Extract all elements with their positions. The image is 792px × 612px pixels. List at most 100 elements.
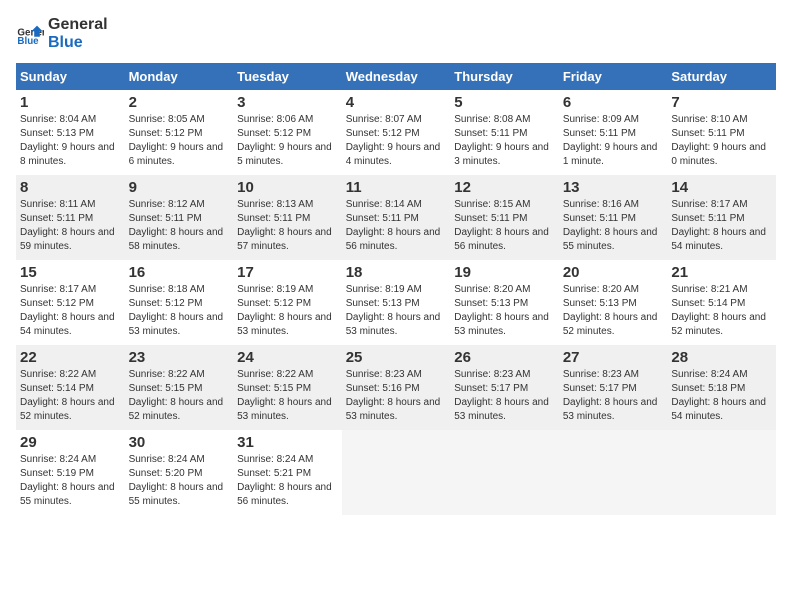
logo-icon: General Blue (16, 20, 44, 48)
header-thursday: Thursday (450, 63, 559, 90)
day-info: Sunrise: 8:09 AM Sunset: 5:11 PM Dayligh… (563, 113, 664, 169)
day-number: 24 (237, 349, 338, 366)
day-info: Sunrise: 8:06 AM Sunset: 5:12 PM Dayligh… (237, 113, 338, 169)
day-info: Sunrise: 8:04 AM Sunset: 5:13 PM Dayligh… (20, 113, 121, 169)
svg-text:Blue: Blue (17, 35, 39, 46)
day-info: Sunrise: 8:20 AM Sunset: 5:13 PM Dayligh… (563, 283, 664, 339)
day-number: 13 (563, 179, 664, 196)
day-info: Sunrise: 8:22 AM Sunset: 5:15 PM Dayligh… (129, 368, 230, 424)
day-number: 1 (20, 94, 121, 111)
calendar-cell: 31 Sunrise: 8:24 AM Sunset: 5:21 PM Dayl… (233, 430, 342, 515)
calendar-header-row: SundayMondayTuesdayWednesdayThursdayFrid… (16, 63, 776, 90)
day-number: 21 (671, 264, 772, 281)
day-number: 20 (563, 264, 664, 281)
calendar-cell: 23 Sunrise: 8:22 AM Sunset: 5:15 PM Dayl… (125, 345, 234, 430)
calendar-cell: 15 Sunrise: 8:17 AM Sunset: 5:12 PM Dayl… (16, 260, 125, 345)
day-number: 17 (237, 264, 338, 281)
day-number: 10 (237, 179, 338, 196)
logo-general: General (48, 16, 108, 34)
calendar-cell: 5 Sunrise: 8:08 AM Sunset: 5:11 PM Dayli… (450, 90, 559, 175)
day-number: 7 (671, 94, 772, 111)
day-number: 2 (129, 94, 230, 111)
calendar-cell: 25 Sunrise: 8:23 AM Sunset: 5:16 PM Dayl… (342, 345, 451, 430)
calendar-week-3: 22 Sunrise: 8:22 AM Sunset: 5:14 PM Dayl… (16, 345, 776, 430)
calendar-cell: 4 Sunrise: 8:07 AM Sunset: 5:12 PM Dayli… (342, 90, 451, 175)
day-info: Sunrise: 8:13 AM Sunset: 5:11 PM Dayligh… (237, 198, 338, 254)
calendar-cell: 3 Sunrise: 8:06 AM Sunset: 5:12 PM Dayli… (233, 90, 342, 175)
calendar-cell: 14 Sunrise: 8:17 AM Sunset: 5:11 PM Dayl… (667, 175, 776, 260)
calendar-cell: 13 Sunrise: 8:16 AM Sunset: 5:11 PM Dayl… (559, 175, 668, 260)
header-saturday: Saturday (667, 63, 776, 90)
day-info: Sunrise: 8:16 AM Sunset: 5:11 PM Dayligh… (563, 198, 664, 254)
calendar-week-4: 29 Sunrise: 8:24 AM Sunset: 5:19 PM Dayl… (16, 430, 776, 515)
day-info: Sunrise: 8:07 AM Sunset: 5:12 PM Dayligh… (346, 113, 447, 169)
day-info: Sunrise: 8:15 AM Sunset: 5:11 PM Dayligh… (454, 198, 555, 254)
day-info: Sunrise: 8:17 AM Sunset: 5:11 PM Dayligh… (671, 198, 772, 254)
day-info: Sunrise: 8:24 AM Sunset: 5:18 PM Dayligh… (671, 368, 772, 424)
day-info: Sunrise: 8:14 AM Sunset: 5:11 PM Dayligh… (346, 198, 447, 254)
day-number: 18 (346, 264, 447, 281)
day-number: 6 (563, 94, 664, 111)
header-friday: Friday (559, 63, 668, 90)
header: General Blue General Blue (16, 16, 776, 51)
day-number: 30 (129, 434, 230, 451)
calendar-cell: 28 Sunrise: 8:24 AM Sunset: 5:18 PM Dayl… (667, 345, 776, 430)
day-info: Sunrise: 8:23 AM Sunset: 5:17 PM Dayligh… (454, 368, 555, 424)
calendar-cell: 12 Sunrise: 8:15 AM Sunset: 5:11 PM Dayl… (450, 175, 559, 260)
day-info: Sunrise: 8:20 AM Sunset: 5:13 PM Dayligh… (454, 283, 555, 339)
calendar-cell: 6 Sunrise: 8:09 AM Sunset: 5:11 PM Dayli… (559, 90, 668, 175)
calendar-cell (667, 430, 776, 515)
header-monday: Monday (125, 63, 234, 90)
day-info: Sunrise: 8:19 AM Sunset: 5:12 PM Dayligh… (237, 283, 338, 339)
day-info: Sunrise: 8:23 AM Sunset: 5:16 PM Dayligh… (346, 368, 447, 424)
calendar-table: SundayMondayTuesdayWednesdayThursdayFrid… (16, 63, 776, 515)
calendar-cell: 11 Sunrise: 8:14 AM Sunset: 5:11 PM Dayl… (342, 175, 451, 260)
day-number: 16 (129, 264, 230, 281)
calendar-cell: 9 Sunrise: 8:12 AM Sunset: 5:11 PM Dayli… (125, 175, 234, 260)
calendar-cell: 30 Sunrise: 8:24 AM Sunset: 5:20 PM Dayl… (125, 430, 234, 515)
calendar-cell: 2 Sunrise: 8:05 AM Sunset: 5:12 PM Dayli… (125, 90, 234, 175)
calendar-cell: 24 Sunrise: 8:22 AM Sunset: 5:15 PM Dayl… (233, 345, 342, 430)
calendar-cell: 17 Sunrise: 8:19 AM Sunset: 5:12 PM Dayl… (233, 260, 342, 345)
day-info: Sunrise: 8:19 AM Sunset: 5:13 PM Dayligh… (346, 283, 447, 339)
day-number: 23 (129, 349, 230, 366)
day-number: 15 (20, 264, 121, 281)
calendar-week-0: 1 Sunrise: 8:04 AM Sunset: 5:13 PM Dayli… (16, 90, 776, 175)
day-info: Sunrise: 8:10 AM Sunset: 5:11 PM Dayligh… (671, 113, 772, 169)
day-info: Sunrise: 8:22 AM Sunset: 5:14 PM Dayligh… (20, 368, 121, 424)
day-info: Sunrise: 8:11 AM Sunset: 5:11 PM Dayligh… (20, 198, 121, 254)
day-info: Sunrise: 8:18 AM Sunset: 5:12 PM Dayligh… (129, 283, 230, 339)
day-number: 28 (671, 349, 772, 366)
calendar-cell: 21 Sunrise: 8:21 AM Sunset: 5:14 PM Dayl… (667, 260, 776, 345)
header-wednesday: Wednesday (342, 63, 451, 90)
day-number: 27 (563, 349, 664, 366)
calendar-cell (450, 430, 559, 515)
day-number: 14 (671, 179, 772, 196)
day-number: 4 (346, 94, 447, 111)
header-sunday: Sunday (16, 63, 125, 90)
day-number: 8 (20, 179, 121, 196)
day-number: 3 (237, 94, 338, 111)
day-number: 25 (346, 349, 447, 366)
calendar-cell: 19 Sunrise: 8:20 AM Sunset: 5:13 PM Dayl… (450, 260, 559, 345)
calendar-cell: 1 Sunrise: 8:04 AM Sunset: 5:13 PM Dayli… (16, 90, 125, 175)
calendar-cell (559, 430, 668, 515)
calendar-cell: 22 Sunrise: 8:22 AM Sunset: 5:14 PM Dayl… (16, 345, 125, 430)
day-info: Sunrise: 8:24 AM Sunset: 5:21 PM Dayligh… (237, 453, 338, 509)
calendar-cell: 27 Sunrise: 8:23 AM Sunset: 5:17 PM Dayl… (559, 345, 668, 430)
calendar-cell: 7 Sunrise: 8:10 AM Sunset: 5:11 PM Dayli… (667, 90, 776, 175)
day-info: Sunrise: 8:22 AM Sunset: 5:15 PM Dayligh… (237, 368, 338, 424)
day-number: 11 (346, 179, 447, 196)
day-number: 19 (454, 264, 555, 281)
day-info: Sunrise: 8:08 AM Sunset: 5:11 PM Dayligh… (454, 113, 555, 169)
logo-blue: Blue (48, 34, 108, 52)
day-info: Sunrise: 8:12 AM Sunset: 5:11 PM Dayligh… (129, 198, 230, 254)
calendar-cell: 20 Sunrise: 8:20 AM Sunset: 5:13 PM Dayl… (559, 260, 668, 345)
day-info: Sunrise: 8:17 AM Sunset: 5:12 PM Dayligh… (20, 283, 121, 339)
day-number: 22 (20, 349, 121, 366)
day-info: Sunrise: 8:24 AM Sunset: 5:20 PM Dayligh… (129, 453, 230, 509)
day-info: Sunrise: 8:21 AM Sunset: 5:14 PM Dayligh… (671, 283, 772, 339)
day-number: 29 (20, 434, 121, 451)
day-number: 31 (237, 434, 338, 451)
header-tuesday: Tuesday (233, 63, 342, 90)
